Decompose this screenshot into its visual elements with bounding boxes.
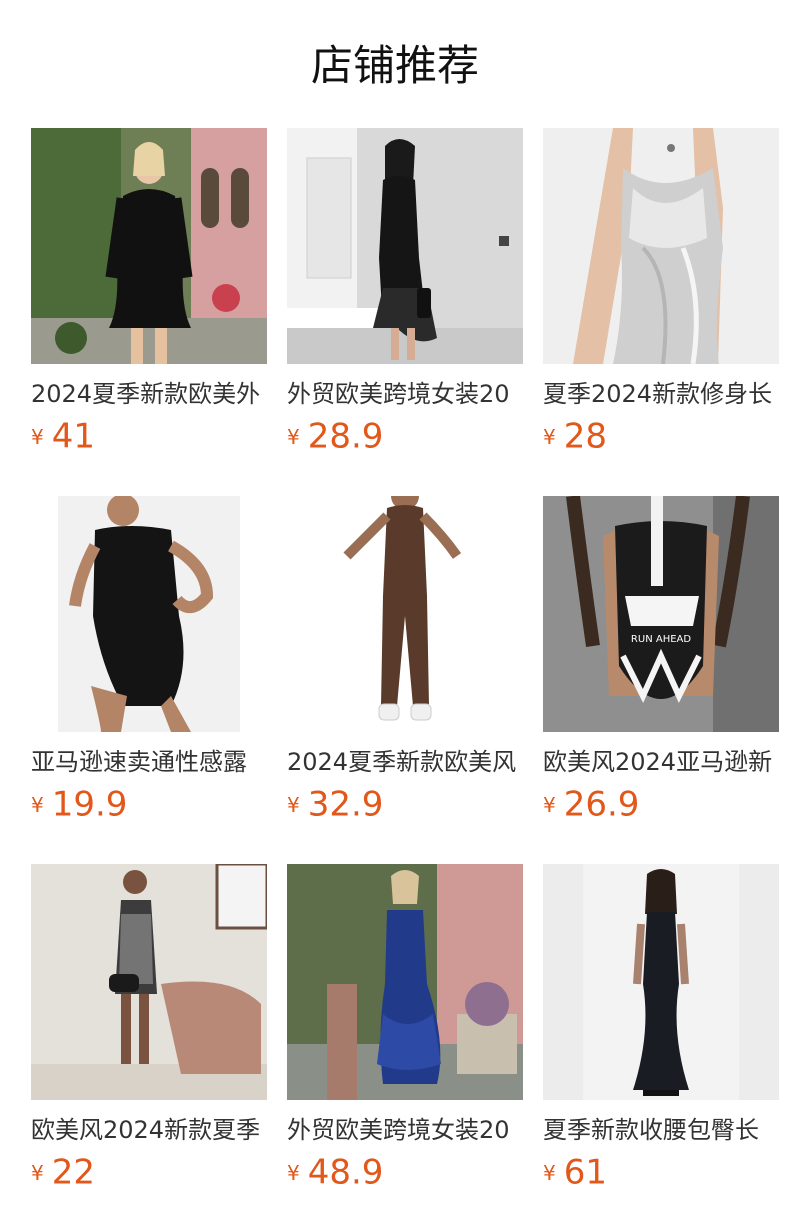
product-card[interactable]: 夏季新款收腰包臀长 ¥61 <box>543 864 779 1194</box>
currency-symbol: ¥ <box>287 1160 300 1185</box>
currency-symbol: ¥ <box>543 1160 556 1185</box>
product-name[interactable]: 2024夏季新款欧美风 <box>287 746 523 780</box>
product-name[interactable]: 欧美风2024新款夏季 <box>31 1114 267 1148</box>
price-amount: 26.9 <box>563 784 640 825</box>
product-image[interactable] <box>287 128 523 364</box>
currency-symbol: ¥ <box>543 792 556 817</box>
price-amount: 28.9 <box>307 416 384 457</box>
product-price: ¥61 <box>543 1152 607 1193</box>
product-card[interactable]: 亚马逊速卖通性感露 ¥19.9 <box>31 496 267 826</box>
product-name[interactable]: 外贸欧美跨境女装20 <box>287 378 523 412</box>
product-name[interactable]: 2024夏季新款欧美外 <box>31 378 267 412</box>
currency-symbol: ¥ <box>31 1160 44 1185</box>
product-image[interactable] <box>31 864 267 1100</box>
product-image[interactable] <box>31 496 267 732</box>
product-name[interactable]: 外贸欧美跨境女装20 <box>287 1114 523 1148</box>
currency-symbol: ¥ <box>287 792 300 817</box>
product-image[interactable]: RUN AHEAD <box>543 496 779 732</box>
product-card[interactable]: 2024夏季新款欧美外 ¥41 <box>31 128 267 458</box>
product-card[interactable]: 2024夏季新款欧美风 ¥32.9 <box>287 496 523 826</box>
product-image[interactable] <box>287 496 523 732</box>
section-title: 店铺推荐 <box>310 41 479 90</box>
product-image[interactable] <box>543 128 779 364</box>
price-amount: 22 <box>51 1152 95 1193</box>
currency-symbol: ¥ <box>287 424 300 449</box>
price-amount: 19.9 <box>51 784 128 825</box>
product-card[interactable]: 外贸欧美跨境女装20 ¥28.9 <box>287 128 523 458</box>
currency-symbol: ¥ <box>31 792 44 817</box>
product-image[interactable] <box>543 864 779 1100</box>
product-price: ¥28 <box>543 416 607 457</box>
price-amount: 32.9 <box>307 784 384 825</box>
product-image[interactable] <box>31 128 267 364</box>
currency-symbol: ¥ <box>31 424 44 449</box>
product-price: ¥28.9 <box>287 416 384 457</box>
price-amount: 61 <box>563 1152 607 1193</box>
price-amount: 48.9 <box>307 1152 384 1193</box>
product-image[interactable] <box>287 864 523 1100</box>
product-card[interactable]: 外贸欧美跨境女装20 ¥48.9 <box>287 864 523 1194</box>
product-price: ¥41 <box>31 416 95 457</box>
product-name[interactable]: 夏季2024新款修身长 <box>543 378 779 412</box>
product-price: ¥48.9 <box>287 1152 384 1193</box>
svg-text:RUN AHEAD: RUN AHEAD <box>631 634 691 645</box>
price-amount: 41 <box>51 416 95 457</box>
product-price: ¥22 <box>31 1152 95 1193</box>
price-amount: 28 <box>563 416 607 457</box>
product-name[interactable]: 亚马逊速卖通性感露 <box>31 746 267 780</box>
product-price: ¥26.9 <box>543 784 640 825</box>
product-name[interactable]: 夏季新款收腰包臀长 <box>543 1114 779 1148</box>
product-price: ¥19.9 <box>31 784 128 825</box>
product-card[interactable]: 欧美风2024新款夏季 ¥22 <box>31 864 267 1194</box>
product-name[interactable]: 欧美风2024亚马逊新 <box>543 746 779 780</box>
product-grid: 2024夏季新款欧美外 ¥41 外贸欧美跨境女装20 ¥ 28.9 夏季2024… <box>31 128 779 1228</box>
product-price: ¥32.9 <box>287 784 384 825</box>
product-card[interactable]: RUN AHEAD 欧美风2024亚马逊新 ¥26.9 <box>543 496 779 826</box>
currency-symbol: ¥ <box>543 424 556 449</box>
product-card[interactable]: 夏季2024新款修身长 ¥28 <box>543 128 779 458</box>
